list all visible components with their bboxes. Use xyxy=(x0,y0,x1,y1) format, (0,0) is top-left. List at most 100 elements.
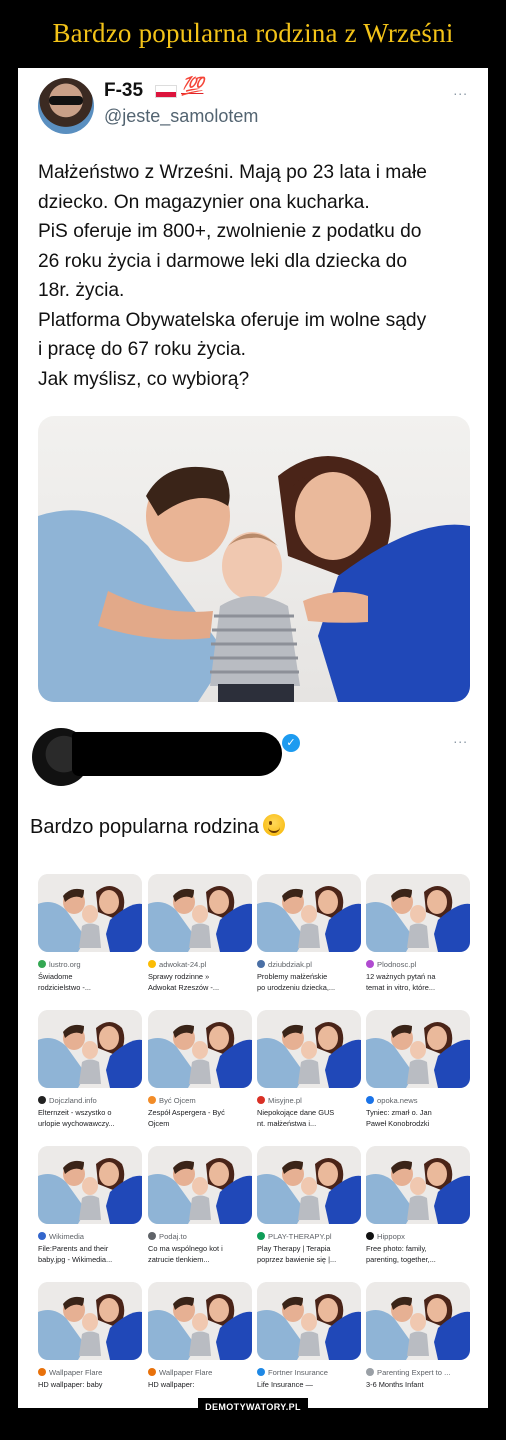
result-source-label: Dojczland.info xyxy=(49,1096,97,1105)
more-options-icon[interactable]: ... xyxy=(453,730,468,746)
result-source[interactable]: Fortner Insurance xyxy=(257,1368,361,1377)
watermark: DEMOTYWATORY.PL xyxy=(198,1398,308,1416)
result-source[interactable]: lustro.org xyxy=(38,960,142,969)
tweet-line: 18r. życia. xyxy=(38,280,125,301)
site-favicon-icon xyxy=(148,1232,156,1240)
result-thumbnail[interactable] xyxy=(366,1282,470,1360)
result-caption[interactable]: 12 ważnych pytań na temat in vitro, które… xyxy=(366,972,470,993)
result-caption-line: Sprawy rodzinne » xyxy=(148,972,210,981)
tweet-line: PiS oferuje im 800+, zwolnienie z podatk… xyxy=(38,221,422,242)
result-source[interactable]: Być Ojcem xyxy=(148,1096,252,1105)
result-caption-line: Problemy małżeńskie xyxy=(257,972,328,981)
site-favicon-icon xyxy=(38,1368,46,1376)
result-source-label: Podaj.to xyxy=(159,1232,187,1241)
result-thumbnail[interactable] xyxy=(366,1146,470,1224)
result-source[interactable]: Hippopx xyxy=(366,1232,470,1241)
site-favicon-icon xyxy=(148,1368,156,1376)
result-source[interactable]: Wikimedia xyxy=(38,1232,142,1241)
result-thumbnail[interactable] xyxy=(38,1010,142,1088)
result-source[interactable]: opoka.news xyxy=(366,1096,470,1105)
more-options-icon[interactable]: ... xyxy=(453,82,468,98)
result-caption[interactable]: 3-6 Months Infant xyxy=(366,1380,470,1391)
poland-flag-icon xyxy=(155,85,177,98)
result-thumbnail[interactable] xyxy=(148,1282,252,1360)
result-caption-line: Elternzeit - wszystko o xyxy=(38,1108,112,1117)
reply-card: ✓ ... Bardzo popularna rodzina lustro.or… xyxy=(18,720,488,1408)
result-caption-line: nt. małżeństwa i... xyxy=(257,1118,317,1128)
result-caption-line: Świadome xyxy=(38,972,73,981)
result-thumbnail[interactable] xyxy=(148,1146,252,1224)
result-caption-line: Zespół Aspergera - Być xyxy=(148,1108,225,1117)
result-source[interactable]: Misyjne.pl xyxy=(257,1096,361,1105)
result-thumbnail[interactable] xyxy=(257,874,361,952)
result-caption-line: parenting, together,... xyxy=(366,1254,436,1264)
result-caption[interactable]: Świadome rodzicielstwo -... xyxy=(38,972,142,993)
result-caption[interactable]: Problemy małżeńskie po urodzeniu dziecka,… xyxy=(257,972,361,993)
result-source[interactable]: Plodnosc.pl xyxy=(366,960,470,969)
site-favicon-icon xyxy=(257,960,265,968)
result-caption-line: poprzez bawienie się |... xyxy=(257,1254,337,1264)
user-name[interactable]: F-35 xyxy=(104,80,143,102)
result-thumbnail[interactable] xyxy=(257,1282,361,1360)
result-caption[interactable]: Zespół Aspergera - Być Ojcem xyxy=(148,1108,252,1129)
result-caption-line: baby.jpg - Wikimedia... xyxy=(38,1254,113,1264)
result-source[interactable]: dziubdziak.pl xyxy=(257,960,361,969)
result-source-label: lustro.org xyxy=(49,960,81,969)
user-handle[interactable]: @jeste_samolotem xyxy=(104,106,258,127)
result-thumbnail[interactable] xyxy=(148,1010,252,1088)
result-thumbnail[interactable] xyxy=(366,1010,470,1088)
result-source[interactable]: Parenting Expert to ... xyxy=(366,1368,470,1377)
result-caption-line: HD wallpaper: xyxy=(148,1380,195,1389)
result-thumbnail[interactable] xyxy=(148,874,252,952)
sunglasses-icon xyxy=(49,96,83,105)
result-thumbnail[interactable] xyxy=(38,1282,142,1360)
result-caption[interactable]: Co ma wspólnego kot i zatrucie tlenkiem..… xyxy=(148,1244,252,1265)
redaction-bar xyxy=(72,732,282,776)
result-caption[interactable]: File:Parents and their baby.jpg - Wikimed… xyxy=(38,1244,142,1265)
result-caption[interactable]: Elternzeit - wszystko o urlopie wychowawc… xyxy=(38,1108,142,1129)
result-caption[interactable]: Niepokojące dane GUS nt. małżeństwa i... xyxy=(257,1108,361,1129)
result-caption[interactable]: Sprawy rodzinne » Adwokat Rzeszów -... xyxy=(148,972,252,993)
site-favicon-icon xyxy=(38,1096,46,1104)
result-source-label: Fortner Insurance xyxy=(268,1368,328,1377)
family-illustration xyxy=(38,456,470,702)
result-source-label: adwokat-24.pl xyxy=(159,960,207,969)
result-source-label: Wallpaper Flare xyxy=(49,1368,103,1377)
result-source[interactable]: adwokat-24.pl xyxy=(148,960,252,969)
result-caption[interactable]: Play Therapy | Terapia poprzez bawienie s… xyxy=(257,1244,361,1265)
reply-text-label: Bardzo popularna rodzina xyxy=(30,816,260,838)
result-caption-line: temat in vitro, które... xyxy=(366,982,436,992)
site-favicon-icon xyxy=(366,1096,374,1104)
avatar[interactable] xyxy=(38,78,94,134)
verified-badge-icon: ✓ xyxy=(282,734,300,752)
result-source-label: Wallpaper Flare xyxy=(159,1368,213,1377)
winking-face-icon xyxy=(263,814,286,836)
result-caption[interactable]: Free photo: family, parenting, together,.… xyxy=(366,1244,470,1265)
result-thumbnail[interactable] xyxy=(38,1146,142,1224)
result-source[interactable]: PLAY-THERAPY.pl xyxy=(257,1232,361,1241)
result-caption-line: urlopie wychowawczy... xyxy=(38,1118,115,1128)
result-source[interactable]: Wallpaper Flare xyxy=(38,1368,142,1377)
result-thumbnail[interactable] xyxy=(366,874,470,952)
result-source[interactable]: Wallpaper Flare xyxy=(148,1368,252,1377)
result-caption-line: Niepokojące dane GUS xyxy=(257,1108,335,1117)
result-thumbnail[interactable] xyxy=(257,1010,361,1088)
family-photo[interactable] xyxy=(38,416,470,702)
result-caption-line: zatrucie tlenkiem... xyxy=(148,1254,210,1264)
site-favicon-icon xyxy=(366,960,374,968)
result-caption-line: Co ma wspólnego kot i xyxy=(148,1244,223,1253)
result-caption[interactable]: Life Insurance — xyxy=(257,1380,361,1391)
result-caption-line: 12 ważnych pytań na xyxy=(366,972,436,981)
result-thumbnail[interactable] xyxy=(38,874,142,952)
result-source[interactable]: Dojczland.info xyxy=(38,1096,142,1105)
result-caption-line: Tyniec: zmarł o. Jan xyxy=(366,1108,432,1117)
result-caption[interactable]: Tyniec: zmarł o. Jan Paweł Konobrodzki xyxy=(366,1108,470,1129)
tweet-line: dziecko. On magazynier ona kucharka. xyxy=(38,191,370,213)
result-caption[interactable]: HD wallpaper: xyxy=(148,1380,252,1391)
result-source-label: Hippopx xyxy=(377,1232,405,1241)
tweet-card: F-35 💯 @jeste_samolotem ... Małżeństwo z… xyxy=(18,68,488,720)
result-caption[interactable]: HD wallpaper: baby xyxy=(38,1380,142,1391)
result-thumbnail[interactable] xyxy=(257,1146,361,1224)
result-caption-line: Paweł Konobrodzki xyxy=(366,1118,430,1128)
result-source[interactable]: Podaj.to xyxy=(148,1232,252,1241)
